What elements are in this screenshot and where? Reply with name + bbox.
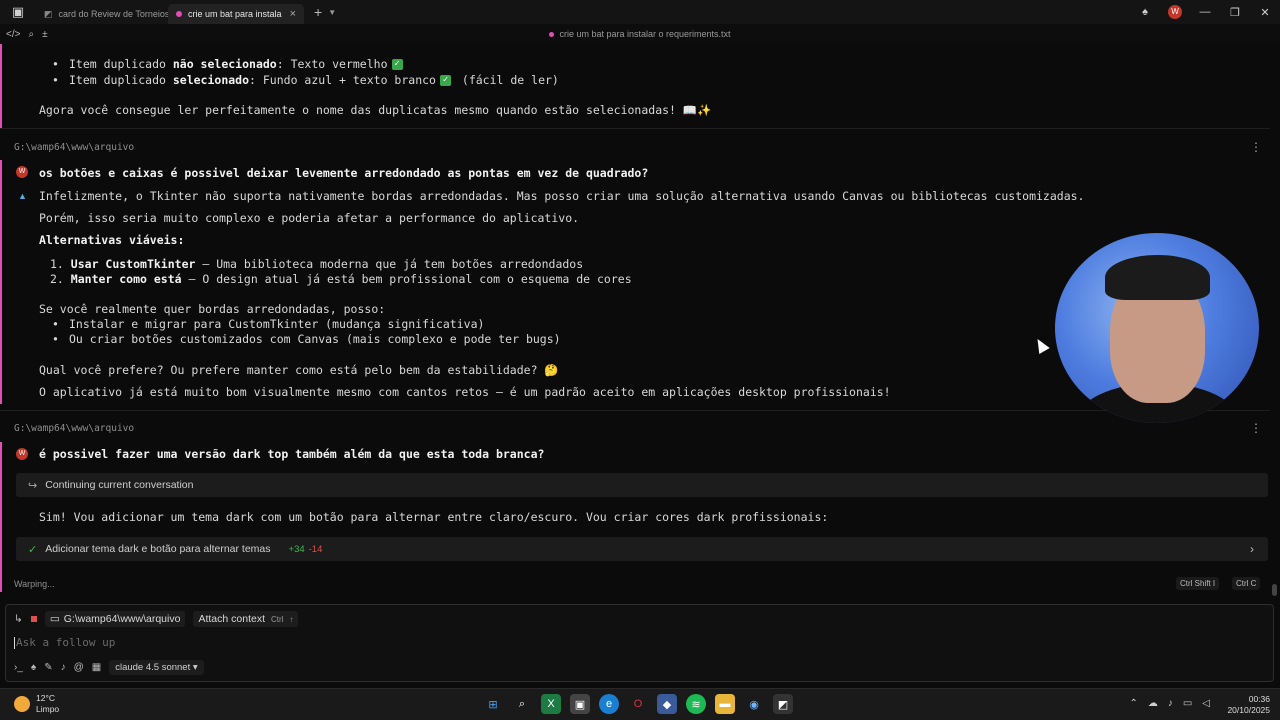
chevron-up-icon[interactable]: ⌃ — [1129, 698, 1137, 709]
minimize-icon[interactable]: — — [1190, 6, 1220, 18]
user-question: é possivel fazer uma versão dark top tam… — [39, 447, 545, 461]
edit-icon[interactable]: ✎ — [44, 662, 52, 673]
new-tab-icon[interactable]: + — [314, 4, 322, 20]
maximize-icon[interactable]: ❐ — [1220, 6, 1250, 19]
response-text: Sim! Vou adicionar um tema dark com um b… — [39, 510, 829, 524]
tab-crie-bat[interactable]: crie um bat para instalar o req × — [168, 4, 304, 24]
user-question: os botões e caixas é possivel deixar lev… — [39, 166, 649, 180]
file-explorer-icon[interactable]: ▬ — [715, 694, 735, 714]
path-chip[interactable]: ▭ G:\wamp64\www\arquivo — [44, 611, 186, 627]
model-selector[interactable]: claude 4.5 sonnet ▾ — [109, 660, 204, 675]
weather-icon — [14, 696, 30, 712]
scrollbar[interactable] — [1272, 584, 1277, 596]
close-window-icon[interactable]: ✕ — [1250, 6, 1280, 19]
file-dot-icon — [549, 32, 555, 38]
divider — [0, 128, 1270, 129]
input-tools: ›_ ♠ ✎ ♪ @ ▦ claude 4.5 sonnet ▾ — [14, 660, 204, 675]
follow-up-input[interactable]: Ask a follow up — [14, 636, 115, 649]
monitor-icon[interactable]: ▭ — [1183, 698, 1192, 709]
edge-icon[interactable]: e — [599, 694, 619, 714]
terminal-icon[interactable]: ›_ — [14, 662, 23, 673]
more-options-icon[interactable]: ⋮ — [1250, 140, 1262, 154]
more-options-icon[interactable]: ⋮ — [1250, 421, 1262, 435]
follow-up-input-box: ↳ ▭ G:\wamp64\www\arquivo Attach context… — [5, 604, 1274, 682]
app-icon[interactable]: ◆ — [657, 694, 677, 714]
conversation-block: W é possivel fazer uma versão dark top t… — [0, 442, 1270, 592]
list-item: Item duplicado selecionado: Fundo azul +… — [52, 73, 559, 87]
response-text: O aplicativo já está muito bom visualmen… — [39, 385, 891, 399]
agent-icon: ▲ — [18, 191, 27, 201]
spotify-icon[interactable]: ≋ — [686, 694, 706, 714]
agent-response-block: Item duplicado não selecionado: Texto ve… — [0, 44, 1270, 128]
taskbar: 12°C Limpo ⊞ ⌕ X ▣ e O ◆ ≋ ▬ ◉ ◩ ⌃ ☁ ♪ ▭… — [0, 688, 1280, 720]
check-icon: ✓ — [391, 59, 403, 70]
response-text: Se você realmente quer bordas arredondad… — [39, 302, 386, 316]
context-row: ↳ ▭ G:\wamp64\www\arquivo Attach context… — [14, 611, 299, 627]
mention-icon[interactable]: @ — [74, 662, 84, 673]
app-icon[interactable]: ◉ — [744, 694, 764, 714]
warp-icon: ◩ — [44, 8, 53, 19]
text-caret — [14, 637, 15, 649]
taskbar-apps: ⊞ ⌕ X ▣ e O ◆ ≋ ▬ ◉ ◩ — [483, 694, 793, 714]
windows-start-icon[interactable]: ⊞ — [483, 694, 503, 714]
list-item: Instalar e migrar para CustomTkinter (mu… — [52, 317, 484, 331]
system-tray: ⌃ ☁ ♪ ▭ ◁ — [1129, 698, 1210, 709]
tab-dot-icon — [176, 11, 182, 17]
chevron-down-icon[interactable]: ▼ — [328, 8, 336, 17]
list-item: Item duplicado não selecionado: Texto ve… — [52, 57, 403, 71]
sidebar-toggle-icon[interactable]: ▣ — [0, 0, 36, 24]
image-icon[interactable]: ▦ — [92, 662, 101, 673]
chevron-right-icon[interactable]: › — [1250, 542, 1254, 556]
response-text: Qual você prefere? Ou prefere manter com… — [39, 363, 559, 377]
weather-widget[interactable]: 12°C Limpo — [14, 693, 59, 715]
section-heading: Alternativas viáveis: — [39, 233, 185, 247]
agent-mode-icon[interactable]: ♠ — [31, 662, 36, 673]
response-text: Agora você consegue ler perfeitamente o … — [39, 103, 712, 117]
title-bar: ▣ ◩ card do Review de Torneios crie um b… — [0, 0, 1280, 24]
snip-icon[interactable]: ▣ — [570, 694, 590, 714]
clock[interactable]: 00:36 20/10/2025 — [1227, 694, 1270, 716]
search-icon[interactable]: ⌕ — [512, 694, 532, 714]
excel-icon[interactable]: X — [541, 694, 561, 714]
warp-icon[interactable]: ◩ — [773, 694, 793, 714]
list-item: 1. Usar CustomTkinter – Uma biblioteca m… — [50, 257, 584, 271]
working-directory: G:\wamp64\www\arquivo — [14, 423, 135, 434]
opera-icon[interactable]: O — [628, 694, 648, 714]
shortcut-hint[interactable]: Ctrl Shift I — [1176, 577, 1220, 590]
tab-review-torneios[interactable]: ◩ card do Review de Torneios — [36, 4, 168, 24]
check-icon: ✓ — [28, 543, 38, 556]
user-avatar[interactable]: W — [1168, 5, 1182, 19]
chevron-down-icon: ▾ — [192, 662, 198, 673]
file-title: crie um bat para instalar o requeriments… — [0, 29, 1280, 39]
cloud-icon[interactable]: ☁ — [1148, 698, 1158, 709]
sub-header: </> ⌕ ± crie um bat para instalar o requ… — [0, 24, 1280, 44]
task-item[interactable]: ✓ Adicionar tema dark e botão para alter… — [16, 537, 1268, 561]
microphone-icon[interactable]: ♪ — [1168, 698, 1173, 709]
list-item: Ou criar botões customizados com Canvas … — [52, 332, 561, 346]
close-tab-icon[interactable]: × — [290, 8, 296, 20]
response-text: Porém, isso seria muito complexo e poder… — [39, 211, 580, 225]
reply-icon: ↪ — [28, 479, 38, 492]
reply-icon[interactable]: ↳ — [14, 613, 23, 625]
arrow-up-icon: ↑ — [289, 614, 294, 624]
stop-icon[interactable] — [30, 616, 37, 622]
list-item: 2. Manter como está – O design atual já … — [50, 272, 632, 286]
microphone-icon[interactable]: ♪ — [61, 662, 66, 673]
volume-icon[interactable]: ◁ — [1202, 698, 1210, 709]
webcam-hair — [1105, 255, 1210, 300]
status-text: Warping... — [14, 579, 55, 589]
check-icon: ✓ — [439, 75, 451, 86]
attach-context-button[interactable]: Attach context Ctrl ↑ — [193, 611, 299, 627]
webcam-overlay — [1055, 233, 1259, 423]
continuing-banner: ↪ Continuing current conversation — [16, 473, 1268, 497]
working-directory: G:\wamp64\www\arquivo — [14, 142, 135, 153]
response-text: Infelizmente, o Tkinter não suporta nati… — [39, 189, 1085, 203]
user-avatar: W — [16, 166, 28, 178]
folder-icon: ▭ — [49, 613, 60, 625]
user-avatar: W — [16, 448, 28, 460]
shortcut-hint[interactable]: Ctrl C — [1232, 577, 1261, 590]
notification-icon[interactable]: ♠ — [1130, 6, 1160, 18]
window-controls: ♠ W — ❐ ✕ — [1130, 0, 1280, 24]
